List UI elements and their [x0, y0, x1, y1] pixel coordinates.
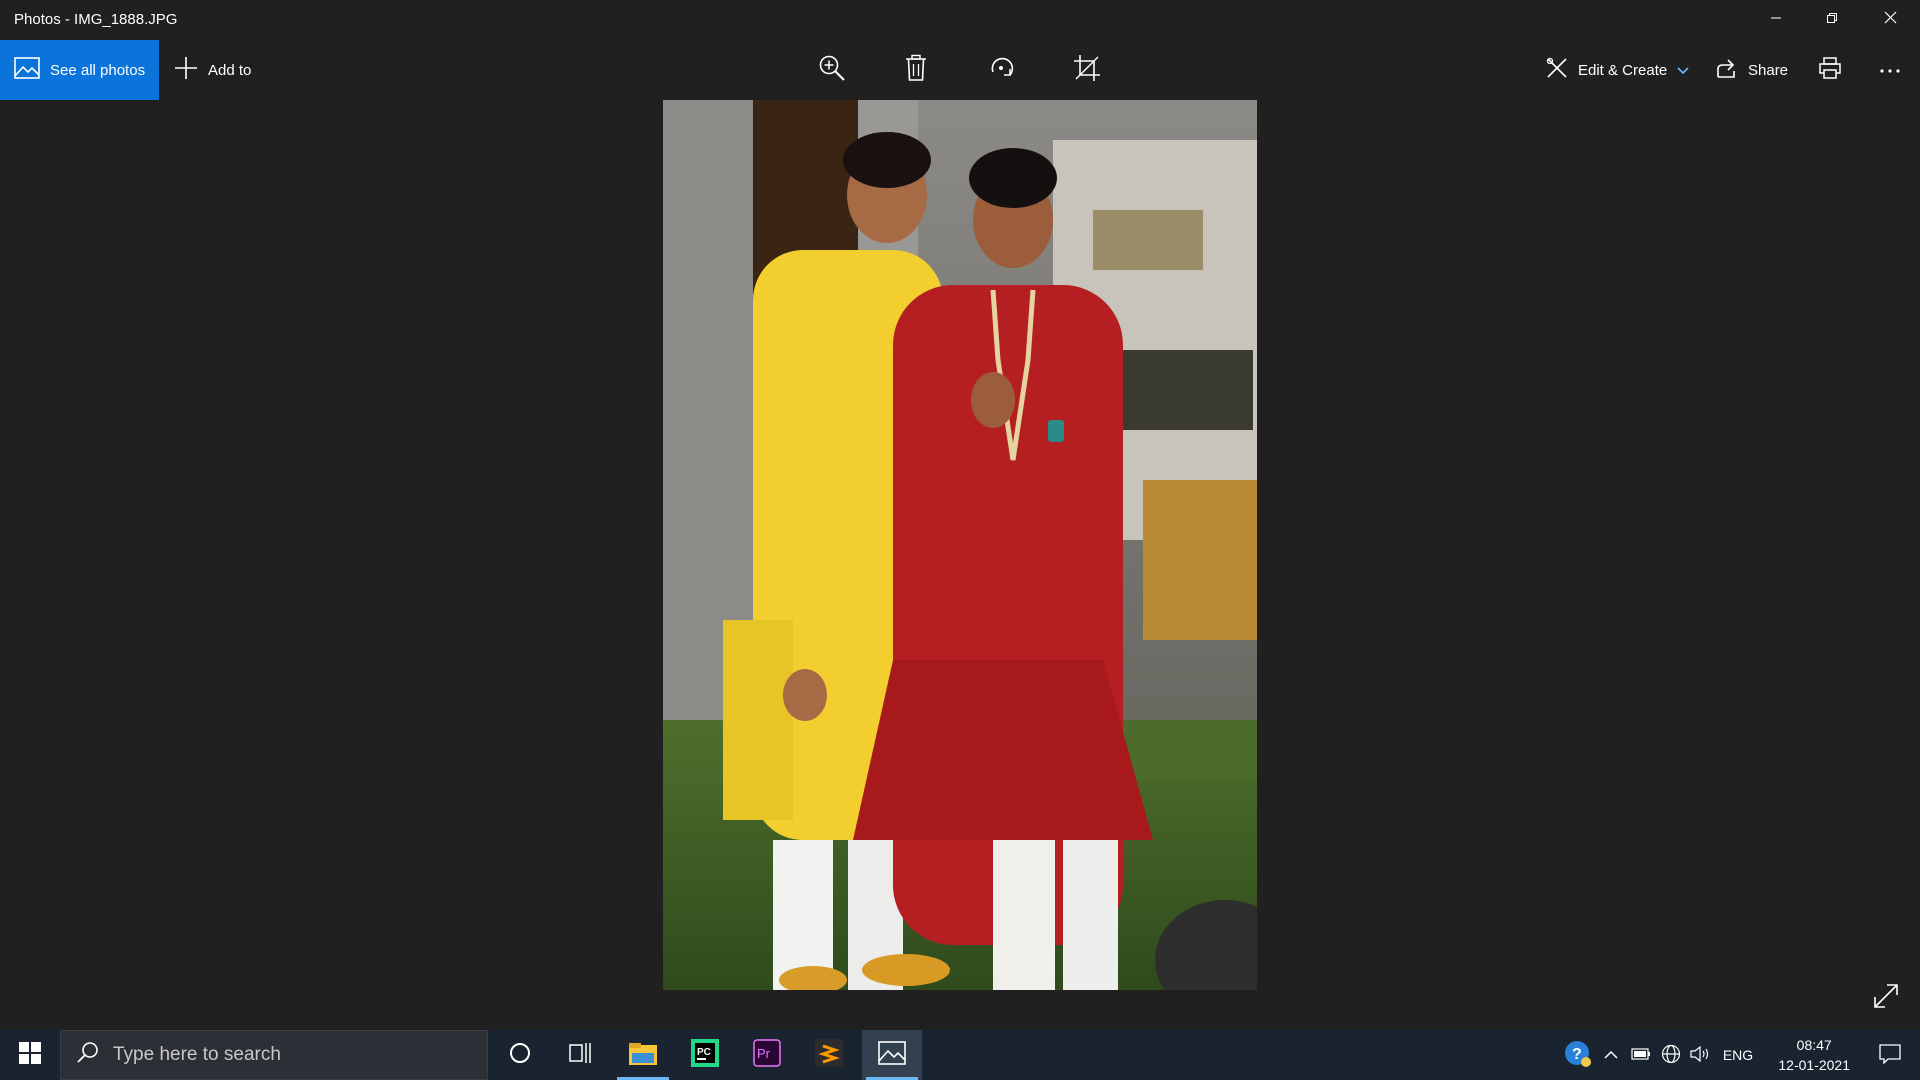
see-all-photos-label: See all photos [50, 61, 146, 79]
delete-icon [904, 54, 928, 87]
more-button[interactable] [1874, 54, 1906, 86]
windows-logo-icon [19, 1041, 41, 1069]
sublime-taskbar-button[interactable] [799, 1030, 859, 1080]
close-button[interactable] [1862, 0, 1918, 40]
task-view-icon [569, 1042, 591, 1069]
network-tray-button[interactable] [1658, 1030, 1684, 1080]
volume-tray-button[interactable] [1688, 1030, 1714, 1080]
title-bar: Photos - IMG_1888.JPG [0, 0, 1920, 40]
share-icon [1716, 57, 1738, 83]
search-placeholder: Type here to search [113, 1044, 281, 1065]
close-icon [1884, 11, 1897, 29]
svg-text:Pr: Pr [757, 1046, 771, 1061]
language-label: ENG [1722, 1047, 1754, 1063]
task-view-button[interactable] [550, 1030, 610, 1080]
pycharm-taskbar-button[interactable]: PC [675, 1030, 735, 1080]
notification-icon [1879, 1043, 1901, 1067]
photo-viewer-canvas [0, 100, 1920, 1030]
command-bar: See all photos Add to Edit & Create Shar… [0, 40, 1920, 100]
share-label: Share [1748, 61, 1789, 79]
photos-taskbar-button[interactable] [862, 1030, 922, 1080]
cortana-icon [509, 1042, 531, 1069]
edit-create-icon [1546, 57, 1568, 83]
premiere-pro-icon: Pr [753, 1038, 781, 1072]
print-icon [1818, 56, 1842, 85]
zoom-in-icon [818, 54, 846, 87]
crop-button[interactable] [1071, 54, 1103, 86]
pycharm-icon: PC [691, 1038, 719, 1072]
help-tray-button[interactable]: ? [1560, 1030, 1596, 1080]
input-language-button[interactable]: ENG [1718, 1030, 1758, 1080]
premiere-taskbar-button[interactable]: Pr [737, 1030, 797, 1080]
minimize-button[interactable] [1748, 0, 1804, 40]
minimize-icon [1770, 11, 1782, 29]
window-title: Photos - IMG_1888.JPG [14, 11, 178, 28]
photo-image[interactable] [663, 100, 1257, 990]
photos-window: Photos - IMG_1888.JPG See all photos Add… [0, 0, 1920, 1030]
edit-create-button[interactable]: Edit & Create [1546, 40, 1689, 100]
svg-text:?: ? [1572, 1046, 1582, 1063]
edit-create-label: Edit & Create [1578, 61, 1668, 79]
sublime-text-icon [815, 1038, 843, 1072]
help-icon: ? [1564, 1040, 1592, 1071]
plus-icon [174, 56, 198, 84]
chevron-up-icon [1604, 1047, 1618, 1063]
photos-icon [878, 1040, 906, 1070]
globe-icon [1661, 1044, 1681, 1067]
start-button[interactable] [0, 1030, 60, 1080]
file-explorer-taskbar-button[interactable] [613, 1030, 673, 1080]
clock-button[interactable]: 08:47 12-01-2021 [1778, 1030, 1850, 1080]
more-icon [1879, 61, 1901, 79]
show-hidden-icons-button[interactable] [1600, 1030, 1622, 1080]
taskbar-search-box[interactable]: Type here to search [60, 1030, 488, 1080]
rotate-icon [988, 54, 1016, 87]
photos-gallery-icon [14, 57, 40, 83]
zoom-button[interactable] [816, 54, 848, 86]
cortana-button[interactable] [490, 1030, 550, 1080]
add-to-label: Add to [208, 61, 252, 79]
restore-icon [1826, 11, 1838, 29]
crop-icon [1073, 54, 1101, 87]
share-button[interactable]: Share [1716, 40, 1788, 100]
full-screen-button[interactable] [1872, 982, 1904, 1014]
clock-date: 12-01-2021 [1778, 1057, 1850, 1073]
svg-text:PC: PC [697, 1047, 711, 1058]
chevron-down-icon [1677, 62, 1689, 79]
restore-button[interactable] [1804, 0, 1860, 40]
search-icon [77, 1041, 99, 1069]
clock-time: 08:47 [1796, 1037, 1832, 1053]
battery-icon [1631, 1047, 1651, 1063]
battery-tray-button[interactable] [1628, 1030, 1654, 1080]
taskbar: Type here to search PC Pr ? ENG 08:47 12… [0, 1030, 1920, 1080]
rotate-button[interactable] [986, 54, 1018, 86]
action-center-button[interactable] [1862, 1030, 1918, 1080]
delete-button[interactable] [900, 54, 932, 86]
file-explorer-icon [629, 1041, 657, 1070]
print-button[interactable] [1814, 54, 1846, 86]
expand-icon [1872, 984, 1900, 1014]
speaker-icon [1690, 1045, 1712, 1066]
see-all-photos-button[interactable]: See all photos [0, 40, 159, 100]
add-to-button[interactable]: Add to [174, 40, 251, 100]
